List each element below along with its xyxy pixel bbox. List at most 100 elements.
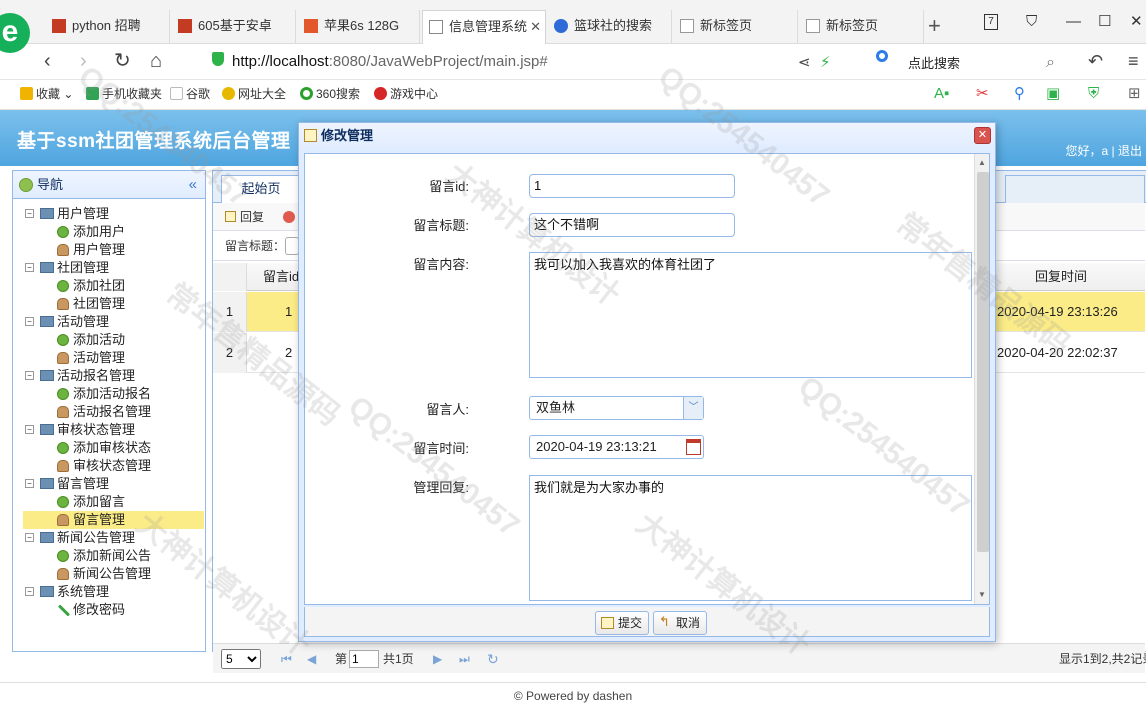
browser-tab[interactable]: 新标签页 [800,10,924,44]
collapse-toggle-icon[interactable]: − [25,533,34,542]
browser-tab[interactable]: 篮球社的搜索 [548,10,672,44]
browser-tab[interactable]: 苹果6s 128G [298,10,420,44]
time-field[interactable]: 2020-04-19 23:13:21 [529,435,704,459]
first-page-icon[interactable]: ⏮ [281,644,292,674]
menu-group-system[interactable]: − 系统管理 [13,583,203,601]
dialog-scrollbar[interactable]: ▲ ▼ [974,154,989,604]
new-tab-button[interactable]: + [928,10,941,42]
tab-close-icon[interactable]: ✕ [530,11,541,43]
browser-tab[interactable]: 605基于安卓 [172,10,296,44]
page-number-input[interactable] [349,650,379,668]
scroll-thumb[interactable] [977,172,989,552]
collapse-icon[interactable]: « [189,171,197,199]
submit-button[interactable]: 提交 [595,611,650,635]
menu-group-user[interactable]: − 用户管理 [13,205,203,223]
refresh-icon[interactable]: ↻ [487,644,499,674]
skin-icon[interactable]: ⛉ [1026,10,1037,34]
back-icon[interactable]: ‹ [44,50,51,72]
menu-item-add-signup[interactable]: 添加活动报名 [13,385,203,403]
dialog-titlebar[interactable]: 修改管理 [299,123,995,149]
extension-icon[interactable]: A▪ [934,80,949,108]
bookmark-item[interactable]: 谷歌 [170,80,210,108]
collapse-toggle-icon[interactable]: − [25,587,34,596]
scroll-down-icon[interactable]: ▼ [978,590,986,599]
menu-group-message[interactable]: − 留言管理 [13,475,203,493]
collapse-toggle-icon[interactable]: − [25,371,34,380]
bookmark-item[interactable]: 网址大全 [222,80,286,108]
menu-item-activity-manage[interactable]: 活动管理 [13,349,203,367]
menu-item-add-message[interactable]: 添加留言 [13,493,203,511]
bookmark-item[interactable]: 360搜索 [300,80,360,108]
calendar-icon[interactable] [686,439,701,455]
url-field[interactable]: http://localhost:8080/JavaWebProject/mai… [232,49,822,75]
scroll-up-icon[interactable]: ▲ [978,158,986,167]
menu-item-change-password[interactable]: 修改密码 [13,601,203,619]
home-icon[interactable]: ⌂ [150,50,162,72]
lightning-icon[interactable]: ⚡ [820,52,831,74]
browser-tab[interactable]: 新标签页 [674,10,798,44]
search-engine-icon[interactable] [876,50,888,62]
menu-item-add-club[interactable]: 添加社团 [13,277,203,295]
header-message-id[interactable]: 留言id [263,263,299,291]
forward-icon[interactable]: › [80,50,87,72]
menu-icon[interactable]: ≡ [1128,50,1139,72]
menu-group-review[interactable]: − 审核状态管理 [13,421,203,439]
menu-item-add-activity[interactable]: 添加活动 [13,331,203,349]
browser-tab-active[interactable]: 信息管理系统 ✕ [422,10,546,44]
scissors-icon[interactable]: ✂ [976,80,989,108]
menu-group-activity[interactable]: − 活动管理 [13,313,203,331]
tab-count-badge[interactable]: 7 [984,14,998,30]
apps-icon[interactable]: ⊞ [1128,80,1141,108]
collapse-toggle-icon[interactable]: − [25,209,34,218]
reply-button[interactable]: 回复 [225,203,264,231]
search-box[interactable]: 点此搜索 [908,53,960,72]
share-icon[interactable]: ⋖ [798,52,811,74]
menu-item-add-user[interactable]: 添加用户 [13,223,203,241]
tab-message-manage[interactable] [1005,175,1145,203]
menu-item-add-review[interactable]: 添加审核状态 [13,439,203,457]
tab-home[interactable]: 起始页 [221,175,301,203]
user-greeting[interactable]: 您好，a | 退出 [1066,142,1142,159]
chevron-down-icon[interactable]: ﹀ [683,397,703,419]
last-page-icon[interactable]: ⏭ [459,644,470,674]
shield-icon[interactable]: ⛨ [1088,80,1099,108]
next-page-icon[interactable]: ▶ [433,644,442,674]
author-select[interactable]: 双鱼林 ﹀ [529,396,704,420]
message-id-field[interactable]: 1 [529,174,735,198]
dialog-close-icon[interactable]: ✕ [974,127,991,144]
search-icon[interactable]: ⌕ [1046,52,1055,74]
gamepad-icon[interactable]: ▣ [1046,80,1060,108]
menu-group-signup[interactable]: − 活动报名管理 [13,367,203,385]
browser-tab[interactable]: python 招聘 [46,10,170,44]
message-content-field[interactable]: 我可以加入我喜欢的体育社团了 [529,252,972,378]
close-window-icon[interactable]: ✕ [1130,10,1143,34]
collapse-toggle-icon[interactable]: − [25,479,34,488]
collapse-toggle-icon[interactable]: − [25,317,34,326]
reply-field[interactable]: 我们就是为大家办事的 [529,475,972,601]
minimize-icon[interactable]: — [1066,10,1081,34]
menu-group-club[interactable]: − 社团管理 [13,259,203,277]
menu-item-signup-manage[interactable]: 活动报名管理 [13,403,203,421]
bookmark-item[interactable]: 手机收藏夹 [86,80,162,108]
bookmark-item[interactable]: 收藏 ⌄ [20,80,73,108]
magnifier-icon[interactable]: ⚲ [1014,80,1025,108]
undo-icon[interactable]: ↶ [1088,50,1103,72]
refresh-icon[interactable]: ↻ [114,50,131,72]
menu-item-add-news[interactable]: 添加新闻公告 [13,547,203,565]
menu-group-news[interactable]: − 新闻公告管理 [13,529,203,547]
search-title-input[interactable] [285,237,299,255]
maximize-icon[interactable]: ☐ [1098,10,1111,34]
cancel-button[interactable]: ↰ 取消 [653,611,708,635]
delete-button[interactable] [283,203,295,231]
bookmark-item[interactable]: 游戏中心 [374,80,438,108]
prev-page-icon[interactable]: ◀ [307,644,316,674]
header-reply-time[interactable]: 回复时间 [1035,263,1087,291]
menu-item-message-manage[interactable]: 留言管理 [23,511,204,529]
menu-item-user-manage[interactable]: 用户管理 [13,241,203,259]
page-size-select[interactable]: 5 [221,649,261,669]
message-title-field[interactable]: 这个不错啊 [529,213,735,237]
collapse-toggle-icon[interactable]: − [25,425,34,434]
collapse-toggle-icon[interactable]: − [25,263,34,272]
menu-item-club-manage[interactable]: 社团管理 [13,295,203,313]
menu-item-review-manage[interactable]: 审核状态管理 [13,457,203,475]
